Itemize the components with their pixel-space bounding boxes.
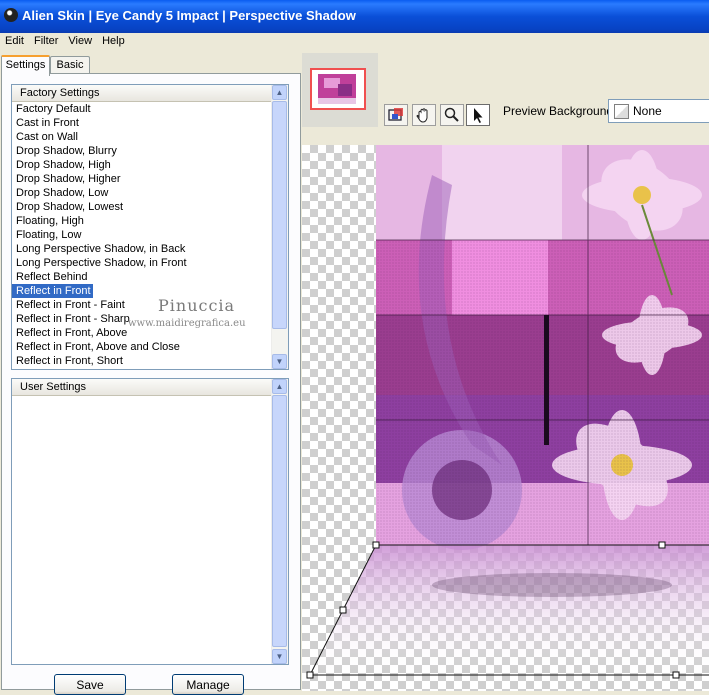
watermark-name: Pinuccia <box>158 296 236 315</box>
user-settings-scrollbar[interactable]: ▲ ▼ <box>271 379 288 664</box>
menu-bar: Edit Filter View Help <box>0 33 709 51</box>
pointer-icon[interactable] <box>466 104 490 126</box>
hand-icon[interactable] <box>412 104 436 126</box>
list-item[interactable]: Long Perspective Shadow, in Back <box>12 242 271 256</box>
settings-tab-page: Factory Settings Factory Default Cast in … <box>1 73 301 690</box>
list-item[interactable]: Reflect in Front, Above and Close <box>12 340 271 354</box>
list-item[interactable]: Drop Shadow, Higher <box>12 172 271 186</box>
app-icon <box>4 8 18 22</box>
scroll-down-arrow-icon[interactable]: ▼ <box>272 649 287 664</box>
list-item[interactable]: Drop Shadow, Lowest <box>12 200 271 214</box>
list-item-label: Drop Shadow, Higher <box>16 173 121 185</box>
watermark-url: www.maidiregrafica.eu <box>128 318 246 329</box>
preview-background-label: Preview Background: <box>503 104 617 118</box>
scroll-down-arrow-icon[interactable]: ▼ <box>272 354 287 369</box>
window-title: Alien Skin | Eye Candy 5 Impact | Perspe… <box>22 8 356 23</box>
menu-help[interactable]: Help <box>97 34 130 49</box>
list-item[interactable]: Reflect in Front, Short <box>12 354 271 368</box>
preview-background-select[interactable]: None <box>608 99 709 123</box>
zoom-icon[interactable] <box>440 104 464 126</box>
preview-background-value: None <box>633 104 662 118</box>
scroll-up-arrow-icon[interactable]: ▲ <box>272 379 287 394</box>
settings-panel: Settings Basic Factory Settings Factory … <box>0 51 301 691</box>
scroll-up-arrow-icon[interactable]: ▲ <box>272 85 287 100</box>
tab-basic[interactable]: Basic <box>50 56 90 74</box>
list-item-label: Reflect Behind <box>16 271 88 283</box>
title-bar: Alien Skin | Eye Candy 5 Impact | Perspe… <box>0 0 709 33</box>
list-item[interactable]: Cast on Wall <box>12 130 271 144</box>
list-item-label: Cast in Front <box>16 117 79 129</box>
navigator-thumbnail[interactable] <box>310 68 366 110</box>
list-item-label: Cast on Wall <box>16 131 78 143</box>
preview-canvas[interactable] <box>302 145 709 691</box>
list-item[interactable]: Long Perspective Shadow, in Front <box>12 256 271 270</box>
menu-filter[interactable]: Filter <box>29 34 63 49</box>
list-item-label: Drop Shadow, Low <box>16 187 109 199</box>
menu-view[interactable]: View <box>63 34 97 49</box>
list-item-label: Factory Default <box>16 103 91 115</box>
menu-edit[interactable]: Edit <box>0 34 29 49</box>
list-item[interactable]: Floating, Low <box>12 228 271 242</box>
list-item[interactable]: Reflect Behind <box>12 270 271 284</box>
factory-settings-scrollbar[interactable]: ▲ ▼ <box>271 85 288 369</box>
tab-settings[interactable]: Settings <box>1 55 50 76</box>
list-item-label: Floating, Low <box>16 229 82 241</box>
list-item-label: Floating, High <box>16 215 84 227</box>
navigate-icon[interactable] <box>384 104 408 126</box>
user-settings-header: User Settings <box>12 379 288 396</box>
list-item[interactable]: Cast in Front <box>12 116 271 130</box>
list-item-label: Reflect in Front, Above and Close <box>16 341 180 353</box>
tab-strip: Settings Basic <box>0 55 300 76</box>
list-item-label: Drop Shadow, Lowest <box>16 201 124 213</box>
factory-settings-header: Factory Settings <box>12 85 288 102</box>
list-item[interactable]: Drop Shadow, High <box>12 158 271 172</box>
list-item-label: Long Perspective Shadow, in Back <box>16 243 186 255</box>
list-item-label: Reflect in Front <box>12 284 93 298</box>
scroll-thumb[interactable] <box>272 101 287 329</box>
user-settings-list[interactable]: User Settings ▲ ▼ <box>11 378 289 665</box>
list-item-label: Reflect in Front, Short <box>16 355 123 367</box>
list-item[interactable]: Factory Default <box>12 102 271 116</box>
list-item-label: Long Perspective Shadow, in Front <box>16 257 187 269</box>
list-item[interactable]: Drop Shadow, Blurry <box>12 144 271 158</box>
scroll-thumb[interactable] <box>272 395 287 647</box>
preview-image <box>306 145 709 679</box>
list-item[interactable]: Floating, High <box>12 214 271 228</box>
save-button[interactable]: Save <box>54 674 126 695</box>
list-item-label: Drop Shadow, Blurry <box>16 145 117 157</box>
background-swatch <box>614 104 629 119</box>
list-item-label: Drop Shadow, High <box>16 159 111 171</box>
manage-button[interactable]: Manage <box>172 674 244 695</box>
list-item[interactable]: Drop Shadow, Low <box>12 186 271 200</box>
